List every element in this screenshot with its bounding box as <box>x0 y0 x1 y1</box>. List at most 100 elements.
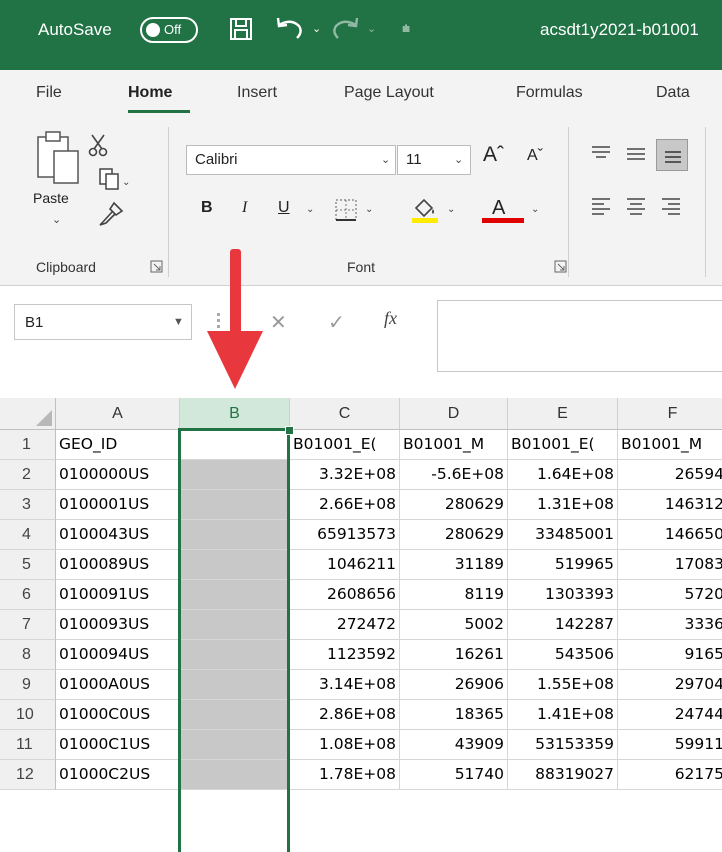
cell-b8[interactable] <box>180 640 290 670</box>
undo-dropdown-icon[interactable]: ⌄ <box>312 22 321 35</box>
cell-d7[interactable]: 5002 <box>400 610 508 640</box>
row-header[interactable]: 9 <box>0 670 56 700</box>
cell-c2[interactable]: 3.32E+08 <box>290 460 400 490</box>
align-right-icon[interactable] <box>660 195 682 217</box>
align-left-icon[interactable] <box>590 195 612 217</box>
cell-c10[interactable]: 2.86E+08 <box>290 700 400 730</box>
cell-f4[interactable]: 146650 <box>618 520 722 550</box>
decrease-font-size-icon[interactable]: Aˇ <box>527 147 543 165</box>
cell-a7[interactable]: 0100093US <box>56 610 180 640</box>
align-top-icon[interactable] <box>590 143 612 163</box>
cell-f1[interactable]: B01001_M <box>618 430 722 460</box>
fill-color-dropdown-icon[interactable]: ⌄ <box>447 204 455 215</box>
tab-file[interactable]: File <box>36 84 62 102</box>
cell-c12[interactable]: 1.78E+08 <box>290 760 400 790</box>
row-header[interactable]: 8 <box>0 640 56 670</box>
cell-e12[interactable]: 88319027 <box>508 760 618 790</box>
cell-f7[interactable]: 3336 <box>618 610 722 640</box>
cell-b9[interactable] <box>180 670 290 700</box>
cell-c5[interactable]: 1046211 <box>290 550 400 580</box>
cell-c1[interactable]: B01001_E( <box>290 430 400 460</box>
row-header[interactable]: 5 <box>0 550 56 580</box>
enter-icon[interactable]: ✓ <box>328 310 345 335</box>
cell-e8[interactable]: 543506 <box>508 640 618 670</box>
save-icon[interactable] <box>229 17 253 41</box>
cell-f3[interactable]: 146312 <box>618 490 722 520</box>
align-bottom-button[interactable] <box>656 139 688 171</box>
font-color-icon[interactable]: A <box>478 195 528 225</box>
copy-icon[interactable] <box>98 167 120 191</box>
name-box[interactable]: B1 ▼ <box>14 304 192 340</box>
bold-button[interactable]: B <box>201 199 213 217</box>
cell-b2[interactable] <box>180 460 290 490</box>
cell-c9[interactable]: 3.14E+08 <box>290 670 400 700</box>
cell-a10[interactable]: 01000C0US <box>56 700 180 730</box>
cell-a12[interactable]: 01000C2US <box>56 760 180 790</box>
border-dropdown-icon[interactable]: ⌄ <box>365 204 373 215</box>
italic-button[interactable]: I <box>242 199 247 217</box>
cell-e11[interactable]: 53153359 <box>508 730 618 760</box>
cell-e7[interactable]: 142287 <box>508 610 618 640</box>
row-header[interactable]: 6 <box>0 580 56 610</box>
cell-a5[interactable]: 0100089US <box>56 550 180 580</box>
cell-f8[interactable]: 9165 <box>618 640 722 670</box>
row-header[interactable]: 1 <box>0 430 56 460</box>
cell-a8[interactable]: 0100094US <box>56 640 180 670</box>
cell-f2[interactable]: 26594 <box>618 460 722 490</box>
column-header-f[interactable]: F <box>618 398 722 430</box>
cell-a1[interactable]: GEO_ID <box>56 430 180 460</box>
fill-color-icon[interactable] <box>410 196 440 224</box>
cut-icon[interactable] <box>87 133 109 157</box>
row-header[interactable]: 3 <box>0 490 56 520</box>
align-center-icon[interactable] <box>625 195 647 217</box>
cell-f6[interactable]: 5720 <box>618 580 722 610</box>
cell-d4[interactable]: 280629 <box>400 520 508 550</box>
column-header-e[interactable]: E <box>508 398 618 430</box>
cell-d6[interactable]: 8119 <box>400 580 508 610</box>
autosave-toggle[interactable]: Off <box>140 17 198 43</box>
row-header[interactable]: 4 <box>0 520 56 550</box>
cell-e5[interactable]: 519965 <box>508 550 618 580</box>
format-painter-icon[interactable] <box>98 201 124 227</box>
align-middle-icon[interactable] <box>625 143 647 163</box>
column-header-a[interactable]: A <box>56 398 180 430</box>
cell-a6[interactable]: 0100091US <box>56 580 180 610</box>
cell-e9[interactable]: 1.55E+08 <box>508 670 618 700</box>
paste-icon[interactable] <box>36 129 80 185</box>
cell-d11[interactable]: 43909 <box>400 730 508 760</box>
cell-a11[interactable]: 01000C1US <box>56 730 180 760</box>
paste-label[interactable]: Paste <box>33 190 69 206</box>
cell-e3[interactable]: 1.31E+08 <box>508 490 618 520</box>
increase-font-size-icon[interactable]: Aˆ <box>483 143 504 167</box>
cell-c6[interactable]: 2608656 <box>290 580 400 610</box>
cell-b4[interactable] <box>180 520 290 550</box>
cell-e2[interactable]: 1.64E+08 <box>508 460 618 490</box>
cell-f10[interactable]: 24744 <box>618 700 722 730</box>
row-header[interactable]: 2 <box>0 460 56 490</box>
row-header[interactable]: 10 <box>0 700 56 730</box>
cell-c7[interactable]: 272472 <box>290 610 400 640</box>
customize-qat-icon[interactable]: ⩧ <box>402 20 410 37</box>
font-color-dropdown-icon[interactable]: ⌄ <box>531 204 539 215</box>
underline-dropdown-icon[interactable]: ⌄ <box>306 204 314 215</box>
cell-a3[interactable]: 0100001US <box>56 490 180 520</box>
cell-e10[interactable]: 1.41E+08 <box>508 700 618 730</box>
cell-d12[interactable]: 51740 <box>400 760 508 790</box>
cell-d9[interactable]: 26906 <box>400 670 508 700</box>
formula-input[interactable] <box>437 300 722 372</box>
cell-b6[interactable] <box>180 580 290 610</box>
tab-formulas[interactable]: Formulas <box>516 84 583 102</box>
redo-icon[interactable] <box>330 16 360 42</box>
cell-f11[interactable]: 59911 <box>618 730 722 760</box>
cancel-icon[interactable]: ✕ <box>270 310 287 335</box>
cell-b12[interactable] <box>180 760 290 790</box>
border-icon[interactable] <box>334 198 358 222</box>
cell-c3[interactable]: 2.66E+08 <box>290 490 400 520</box>
cell-e6[interactable]: 1303393 <box>508 580 618 610</box>
cell-a4[interactable]: 0100043US <box>56 520 180 550</box>
column-header-d[interactable]: D <box>400 398 508 430</box>
cell-d10[interactable]: 18365 <box>400 700 508 730</box>
dialog-launcher-icon[interactable] <box>554 260 567 273</box>
cell-b5[interactable] <box>180 550 290 580</box>
row-header[interactable]: 12 <box>0 760 56 790</box>
